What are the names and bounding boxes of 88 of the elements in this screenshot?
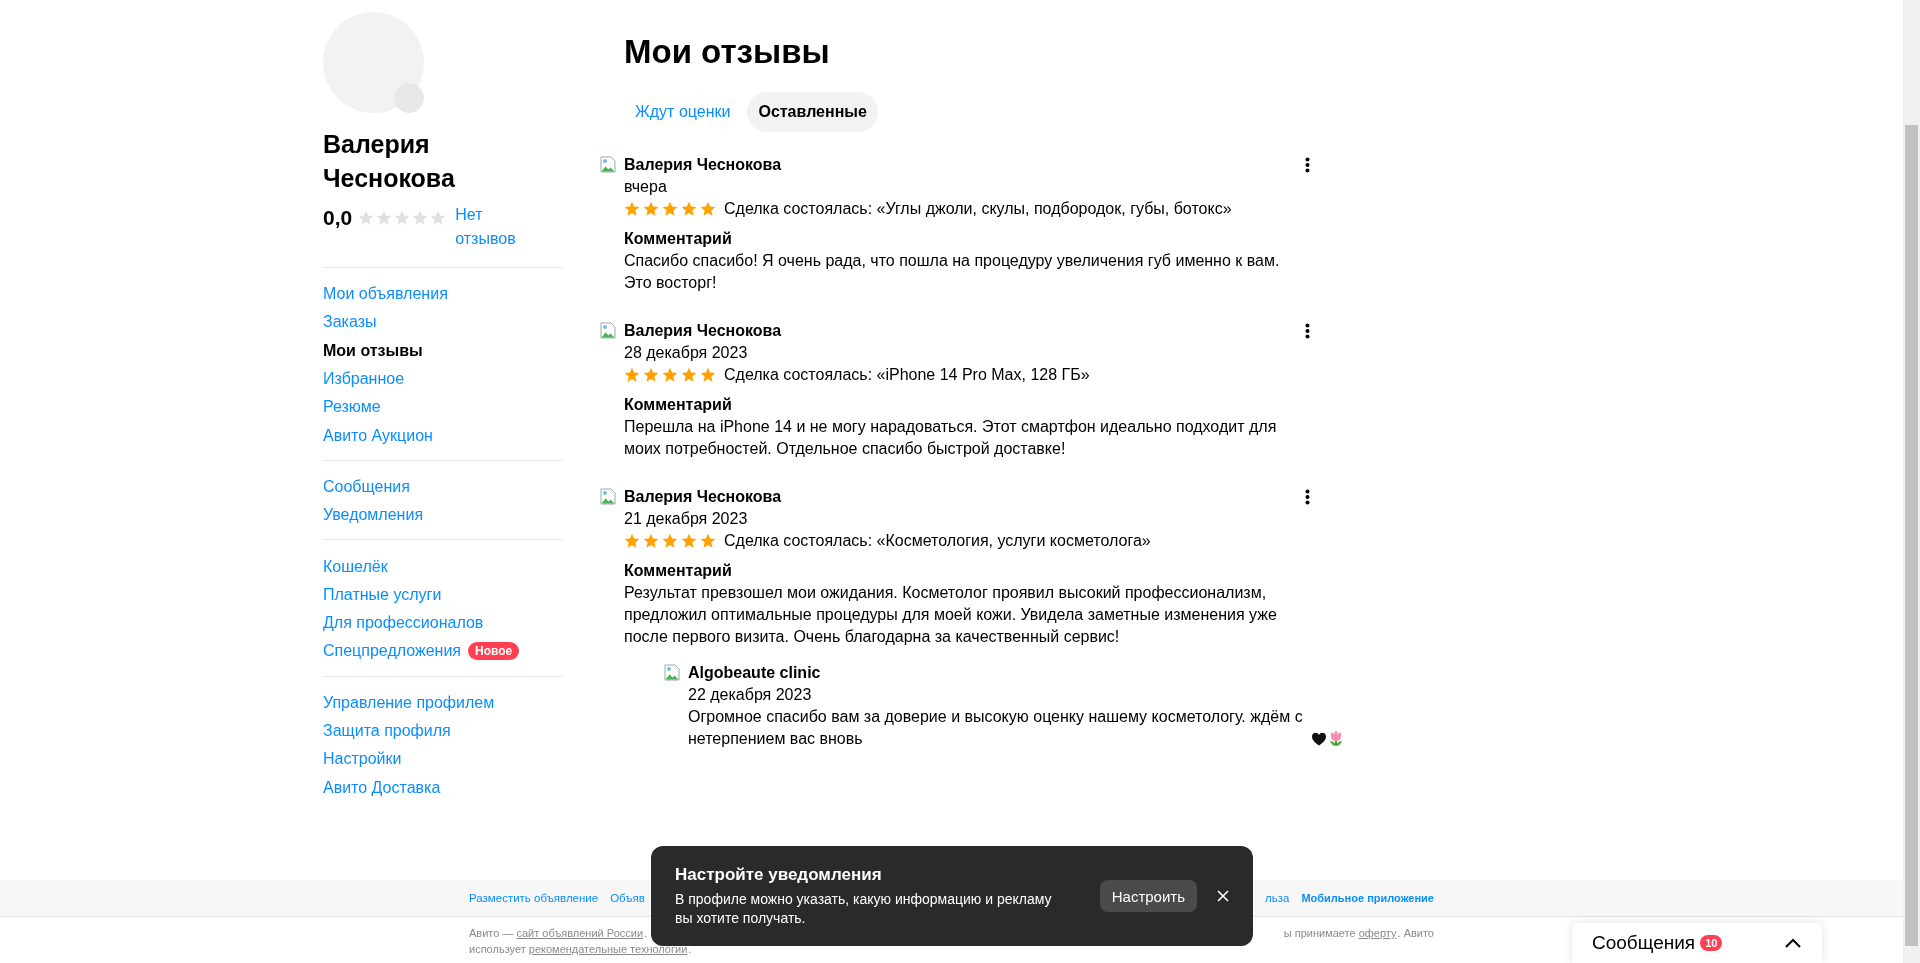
sidebar-item[interactable]: Управление профилем	[323, 692, 495, 713]
reply-text: Огромное спасибо вам за доверие и высокую оценку нашему косметологу. ждём с нетерпением вас вновь	[688, 707, 1304, 749]
profile-name: Валерия Чеснокова	[323, 129, 456, 194]
empty-star-icon	[430, 210, 447, 226]
new-badge: Новое	[468, 642, 520, 661]
star-icon	[662, 201, 678, 217]
star-icon	[681, 533, 697, 549]
star-icon	[700, 201, 716, 217]
toast-message: В профиле можно указать, какую информацию и рекламу вы хотите получать.	[675, 890, 1053, 928]
star-icon	[624, 533, 640, 549]
sidebar-item[interactable]: Заказы	[323, 312, 377, 333]
review-date: 21 декабря 2023	[624, 509, 749, 529]
author-name: Валерия Чеснокова	[624, 155, 782, 175]
heart-icon	[1311, 731, 1327, 747]
comment-label: Комментарий	[624, 395, 733, 415]
sidebar-item[interactable]: Защита профиля	[323, 721, 451, 741]
tab[interactable]: Оставленные	[747, 92, 878, 132]
broken-image-icon	[600, 322, 616, 339]
close-icon[interactable]	[1217, 890, 1229, 902]
sidebar-item[interactable]: Резюме	[323, 397, 381, 418]
legal-text: Авито —	[469, 926, 515, 941]
star-icon	[643, 201, 659, 217]
star-icon	[681, 201, 697, 217]
sidebar-item[interactable]: Уведомления	[323, 505, 424, 526]
star-icon	[700, 533, 716, 549]
comment-text: Перешла на iPhone 14 и не могу нарадоваться. Этот смартфон идеально подходит для моих потребностей. Отдельное спасибо быстрой доставке!	[624, 417, 1278, 459]
footer-link[interactable]: Разместить объявление	[469, 892, 599, 904]
legal-text: .	[688, 942, 692, 957]
sidebar-item[interactable]: Сообщения	[323, 476, 410, 497]
star-icon	[643, 367, 659, 383]
legal-text: . Авито	[1397, 926, 1434, 941]
legal-link[interactable]: оферту	[1358, 925, 1397, 941]
legal-link[interactable]: рекомендательные технологии	[528, 941, 688, 957]
more-options-icon[interactable]	[1305, 489, 1310, 505]
page-title: Мои отзывы	[624, 32, 831, 72]
broken-image-icon	[600, 488, 616, 505]
review-date: вчера	[624, 177, 668, 197]
comment-label: Комментарий	[624, 229, 733, 249]
legal-text: .	[644, 926, 648, 941]
footer-link[interactable]: льза	[1265, 892, 1290, 904]
star-icon	[662, 367, 678, 383]
deal-text: Сделка состоялась: «iPhone 14 Pro Max, 128 ГБ»	[724, 365, 1090, 385]
unread-count-badge: 10	[1700, 935, 1723, 951]
broken-image-icon	[664, 664, 680, 681]
sidebar-item[interactable]: Мои объявления	[323, 284, 448, 305]
author-name: Algobeaute clinic	[688, 663, 822, 683]
legal-text: использует	[469, 942, 527, 957]
deal-text: Сделка состоялась: «Косметология, услуги косметолога»	[724, 531, 1151, 551]
star-icon	[681, 367, 697, 383]
star-icon	[624, 201, 640, 217]
comment-text: Результат превзошел мои ожидания. Косметолог проявил высокий профессионализм, предложил оптимальные процедуры для моей кожи. Увидела заметные изменения уже после первого визита. Очень благодарна за качественный сервис!	[624, 583, 1278, 647]
scrollbar[interactable]	[1903, 0, 1920, 963]
star-icon	[643, 533, 659, 549]
reply-date: 22 декабря 2023	[688, 685, 813, 705]
footer-link[interactable]: Объяв	[610, 892, 645, 904]
author-name: Валерия Чеснокова	[624, 487, 782, 507]
deal-text: Сделка состоялась: «Углы джоли, скулы, подбородок, губы, ботокс»	[724, 199, 1232, 219]
sidebar-item[interactable]: Платные услуги	[323, 584, 442, 605]
sidebar-item[interactable]: Для профессионалов	[323, 613, 484, 634]
review-date: 28 декабря 2023	[624, 343, 749, 363]
rating-value: 0,0	[323, 205, 353, 231]
author-name: Валерия Чеснокова	[624, 321, 782, 341]
more-options-icon[interactable]	[1305, 157, 1310, 173]
star-icon	[624, 367, 640, 383]
comment-label: Комментарий	[624, 561, 733, 581]
sidebar-item[interactable]: Кошелёк	[323, 556, 388, 577]
sidebar-item[interactable]: Настройки	[323, 749, 402, 770]
reviews-link[interactable]: Нет отзывов	[455, 203, 526, 251]
sidebar-item[interactable]: Мои отзывы	[323, 340, 423, 361]
configure-button[interactable]: Настроить	[1099, 880, 1197, 912]
tulip-icon	[1328, 729, 1344, 747]
more-options-icon[interactable]	[1305, 323, 1310, 339]
messages-label: Сообщения	[1592, 932, 1696, 954]
sidebar-item[interactable]: Авито Доставка	[323, 777, 441, 798]
footer-link[interactable]: Мобильное приложение	[1301, 892, 1434, 904]
chevron-up-icon	[1784, 937, 1802, 949]
tab[interactable]: Ждут оценки	[624, 92, 742, 132]
broken-image-icon	[600, 156, 616, 173]
sidebar-item[interactable]: Спецпредложения	[323, 641, 461, 662]
toast-title: Настройте уведомления	[675, 864, 883, 886]
star-icon	[662, 533, 678, 549]
star-icon	[700, 367, 716, 383]
comment-text: Спасибо спасибо! Я очень рада, что пошла на процедуру увеличения губ именно к вам. Это восторг!	[624, 251, 1281, 293]
legal-text: ы принимаете	[1283, 926, 1357, 941]
messages-widget[interactable]: Сообщения 10	[1572, 923, 1822, 963]
sidebar-item[interactable]: Авито Аукцион	[323, 425, 433, 446]
legal-link[interactable]: сайт объявлений России	[516, 925, 644, 941]
sidebar-item[interactable]: Избранное	[323, 369, 405, 390]
